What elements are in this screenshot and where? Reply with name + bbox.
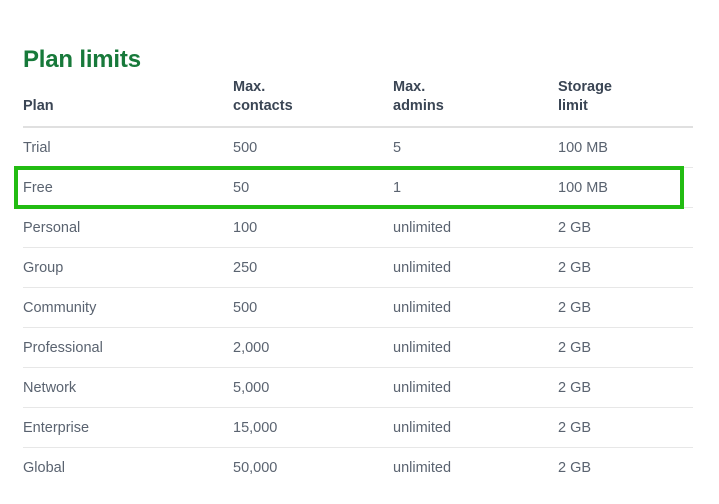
cell-admins: unlimited bbox=[393, 207, 558, 248]
table-row[interactable]: Community 500 unlimited 2 GB bbox=[23, 287, 693, 328]
table-row[interactable]: Trial 500 5 100 MB bbox=[23, 127, 693, 168]
cell-contacts: 500 bbox=[233, 127, 393, 168]
cell-storage: 2 GB bbox=[558, 367, 693, 408]
page-title: Plan limits bbox=[23, 46, 141, 74]
cell-storage: 2 GB bbox=[558, 327, 693, 368]
column-header-plan: Plan bbox=[23, 78, 233, 128]
table-row[interactable]: Enterprise 15,000 unlimited 2 GB bbox=[23, 407, 693, 448]
cell-plan: Free bbox=[23, 167, 233, 208]
table-row[interactable]: Personal 100 unlimited 2 GB bbox=[23, 207, 693, 248]
cell-contacts: 500 bbox=[233, 287, 393, 328]
column-header-contacts: Max. contacts bbox=[233, 78, 393, 128]
cell-storage: 100 MB bbox=[558, 127, 693, 168]
cell-plan: Network bbox=[23, 367, 233, 408]
cell-plan: Group bbox=[23, 247, 233, 288]
cell-contacts: 50,000 bbox=[233, 459, 278, 476]
cell-admins: 1 bbox=[393, 167, 558, 208]
cell-admins: unlimited bbox=[393, 367, 558, 408]
cell-contacts: 15,000 bbox=[233, 407, 393, 448]
cell-storage: 2 GB bbox=[558, 287, 693, 328]
table-row[interactable]: Group 250 unlimited 2 GB bbox=[23, 247, 693, 288]
cell-contacts: 50 bbox=[233, 167, 393, 208]
cell-admins: unlimited bbox=[393, 247, 558, 288]
cell-admins: unlimited bbox=[393, 327, 558, 368]
cell-plan: Personal bbox=[23, 207, 233, 248]
cell-contacts: 250 bbox=[233, 247, 393, 288]
plan-limits-table: Plan Max. contacts Max. admins Storage l… bbox=[23, 78, 693, 487]
table-header: Plan Max. contacts Max. admins Storage l… bbox=[23, 78, 693, 128]
table-row[interactable]: Network 5,000 unlimited 2 GB bbox=[23, 367, 693, 408]
table-row[interactable]: Global 50,000 unlimited 2 GB bbox=[23, 448, 693, 488]
table-header-row: Plan Max. contacts Max. admins Storage l… bbox=[23, 78, 693, 128]
cell-admins: unlimited bbox=[393, 407, 558, 448]
cell-storage: 2 GB bbox=[558, 247, 693, 288]
cell-admins: unlimited bbox=[393, 459, 452, 476]
cell-admins: 5 bbox=[393, 127, 558, 168]
cell-storage: 2 GB bbox=[558, 459, 592, 476]
cell-plan: Enterprise bbox=[23, 407, 233, 448]
table-row[interactable]: Professional 2,000 unlimited 2 GB bbox=[23, 327, 693, 368]
cell-storage: 100 MB bbox=[558, 167, 693, 208]
cell-admins: unlimited bbox=[393, 287, 558, 328]
column-header-storage: Storage limit bbox=[558, 78, 693, 128]
cell-plan: Community bbox=[23, 287, 233, 328]
column-header-admins: Max. admins bbox=[393, 78, 558, 128]
table-body: Trial 500 5 100 MB Free 50 1 100 MB Personal 100 u… bbox=[23, 127, 693, 487]
cell-plan: Trial bbox=[23, 127, 233, 168]
cell-contacts: 5,000 bbox=[233, 367, 393, 408]
cell-plan: Global bbox=[23, 459, 65, 476]
cell-plan: Professional bbox=[23, 327, 233, 368]
cell-storage: 2 GB bbox=[558, 207, 693, 248]
cell-contacts: 100 bbox=[233, 207, 393, 248]
cell-storage: 2 GB bbox=[558, 407, 693, 448]
cell-contacts: 2,000 bbox=[233, 327, 393, 368]
table-row[interactable]: Free 50 1 100 MB bbox=[23, 167, 693, 208]
